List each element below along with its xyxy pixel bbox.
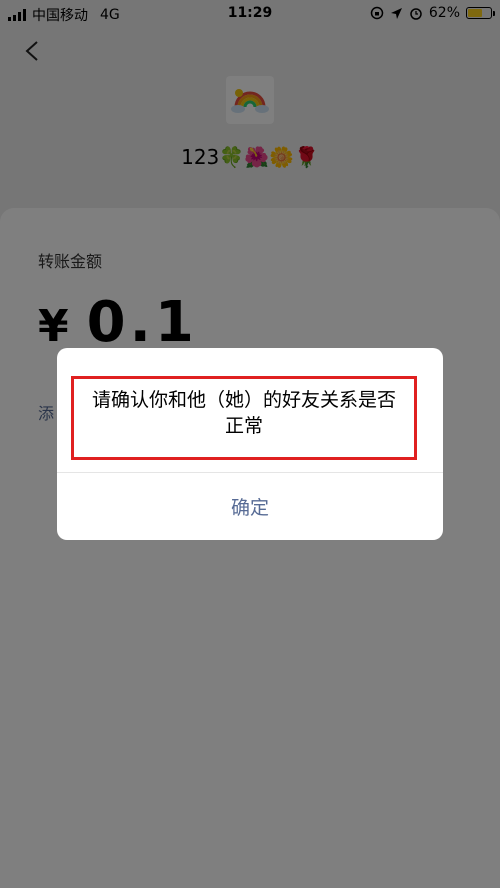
confirm-button[interactable]: 确定 (57, 473, 443, 540)
dialog-message: 请确认你和他（她）的好友关系是否正常 (71, 376, 417, 460)
confirm-dialog: 请确认你和他（她）的好友关系是否正常 确定 (57, 348, 443, 540)
